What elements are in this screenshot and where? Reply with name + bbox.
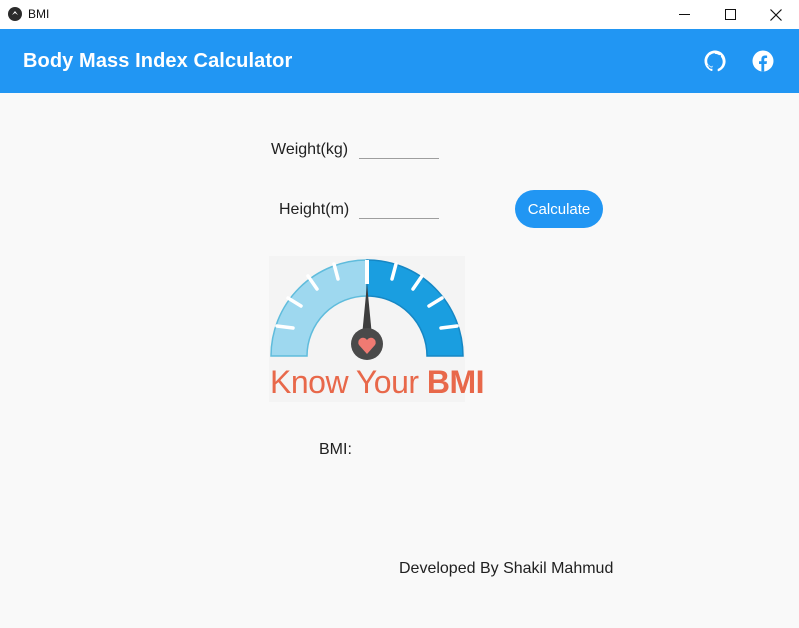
maximize-button[interactable] xyxy=(707,0,753,29)
know-your-bmi-image: Know Your BMI xyxy=(269,256,485,402)
minimize-button[interactable] xyxy=(661,0,707,29)
bmi-result-label: BMI: xyxy=(319,441,352,458)
facebook-icon xyxy=(752,50,774,72)
gauge-graphic xyxy=(270,259,464,360)
logo-text: Know Your BMI xyxy=(270,364,485,400)
window-title: BMI xyxy=(28,7,50,21)
github-icon xyxy=(704,50,726,72)
app-icon xyxy=(8,7,22,21)
maximize-icon xyxy=(724,9,736,20)
window-titlebar: BMI xyxy=(0,0,799,29)
developer-credit: Developed By Shakil Mahmud xyxy=(399,560,614,577)
close-icon xyxy=(770,8,782,21)
page-title: Body Mass Index Calculator xyxy=(23,50,293,72)
height-label: Height(m) xyxy=(279,201,350,218)
app-bar: Body Mass Index Calculator xyxy=(0,29,799,93)
calculate-button[interactable]: Calculate xyxy=(515,190,603,228)
minimize-icon xyxy=(678,14,690,15)
close-button[interactable] xyxy=(753,0,799,29)
weight-input[interactable] xyxy=(359,139,439,159)
weight-label: Weight(kg) xyxy=(271,141,349,158)
facebook-button[interactable] xyxy=(751,49,775,73)
github-button[interactable] xyxy=(703,49,727,73)
height-input[interactable] xyxy=(359,199,439,219)
